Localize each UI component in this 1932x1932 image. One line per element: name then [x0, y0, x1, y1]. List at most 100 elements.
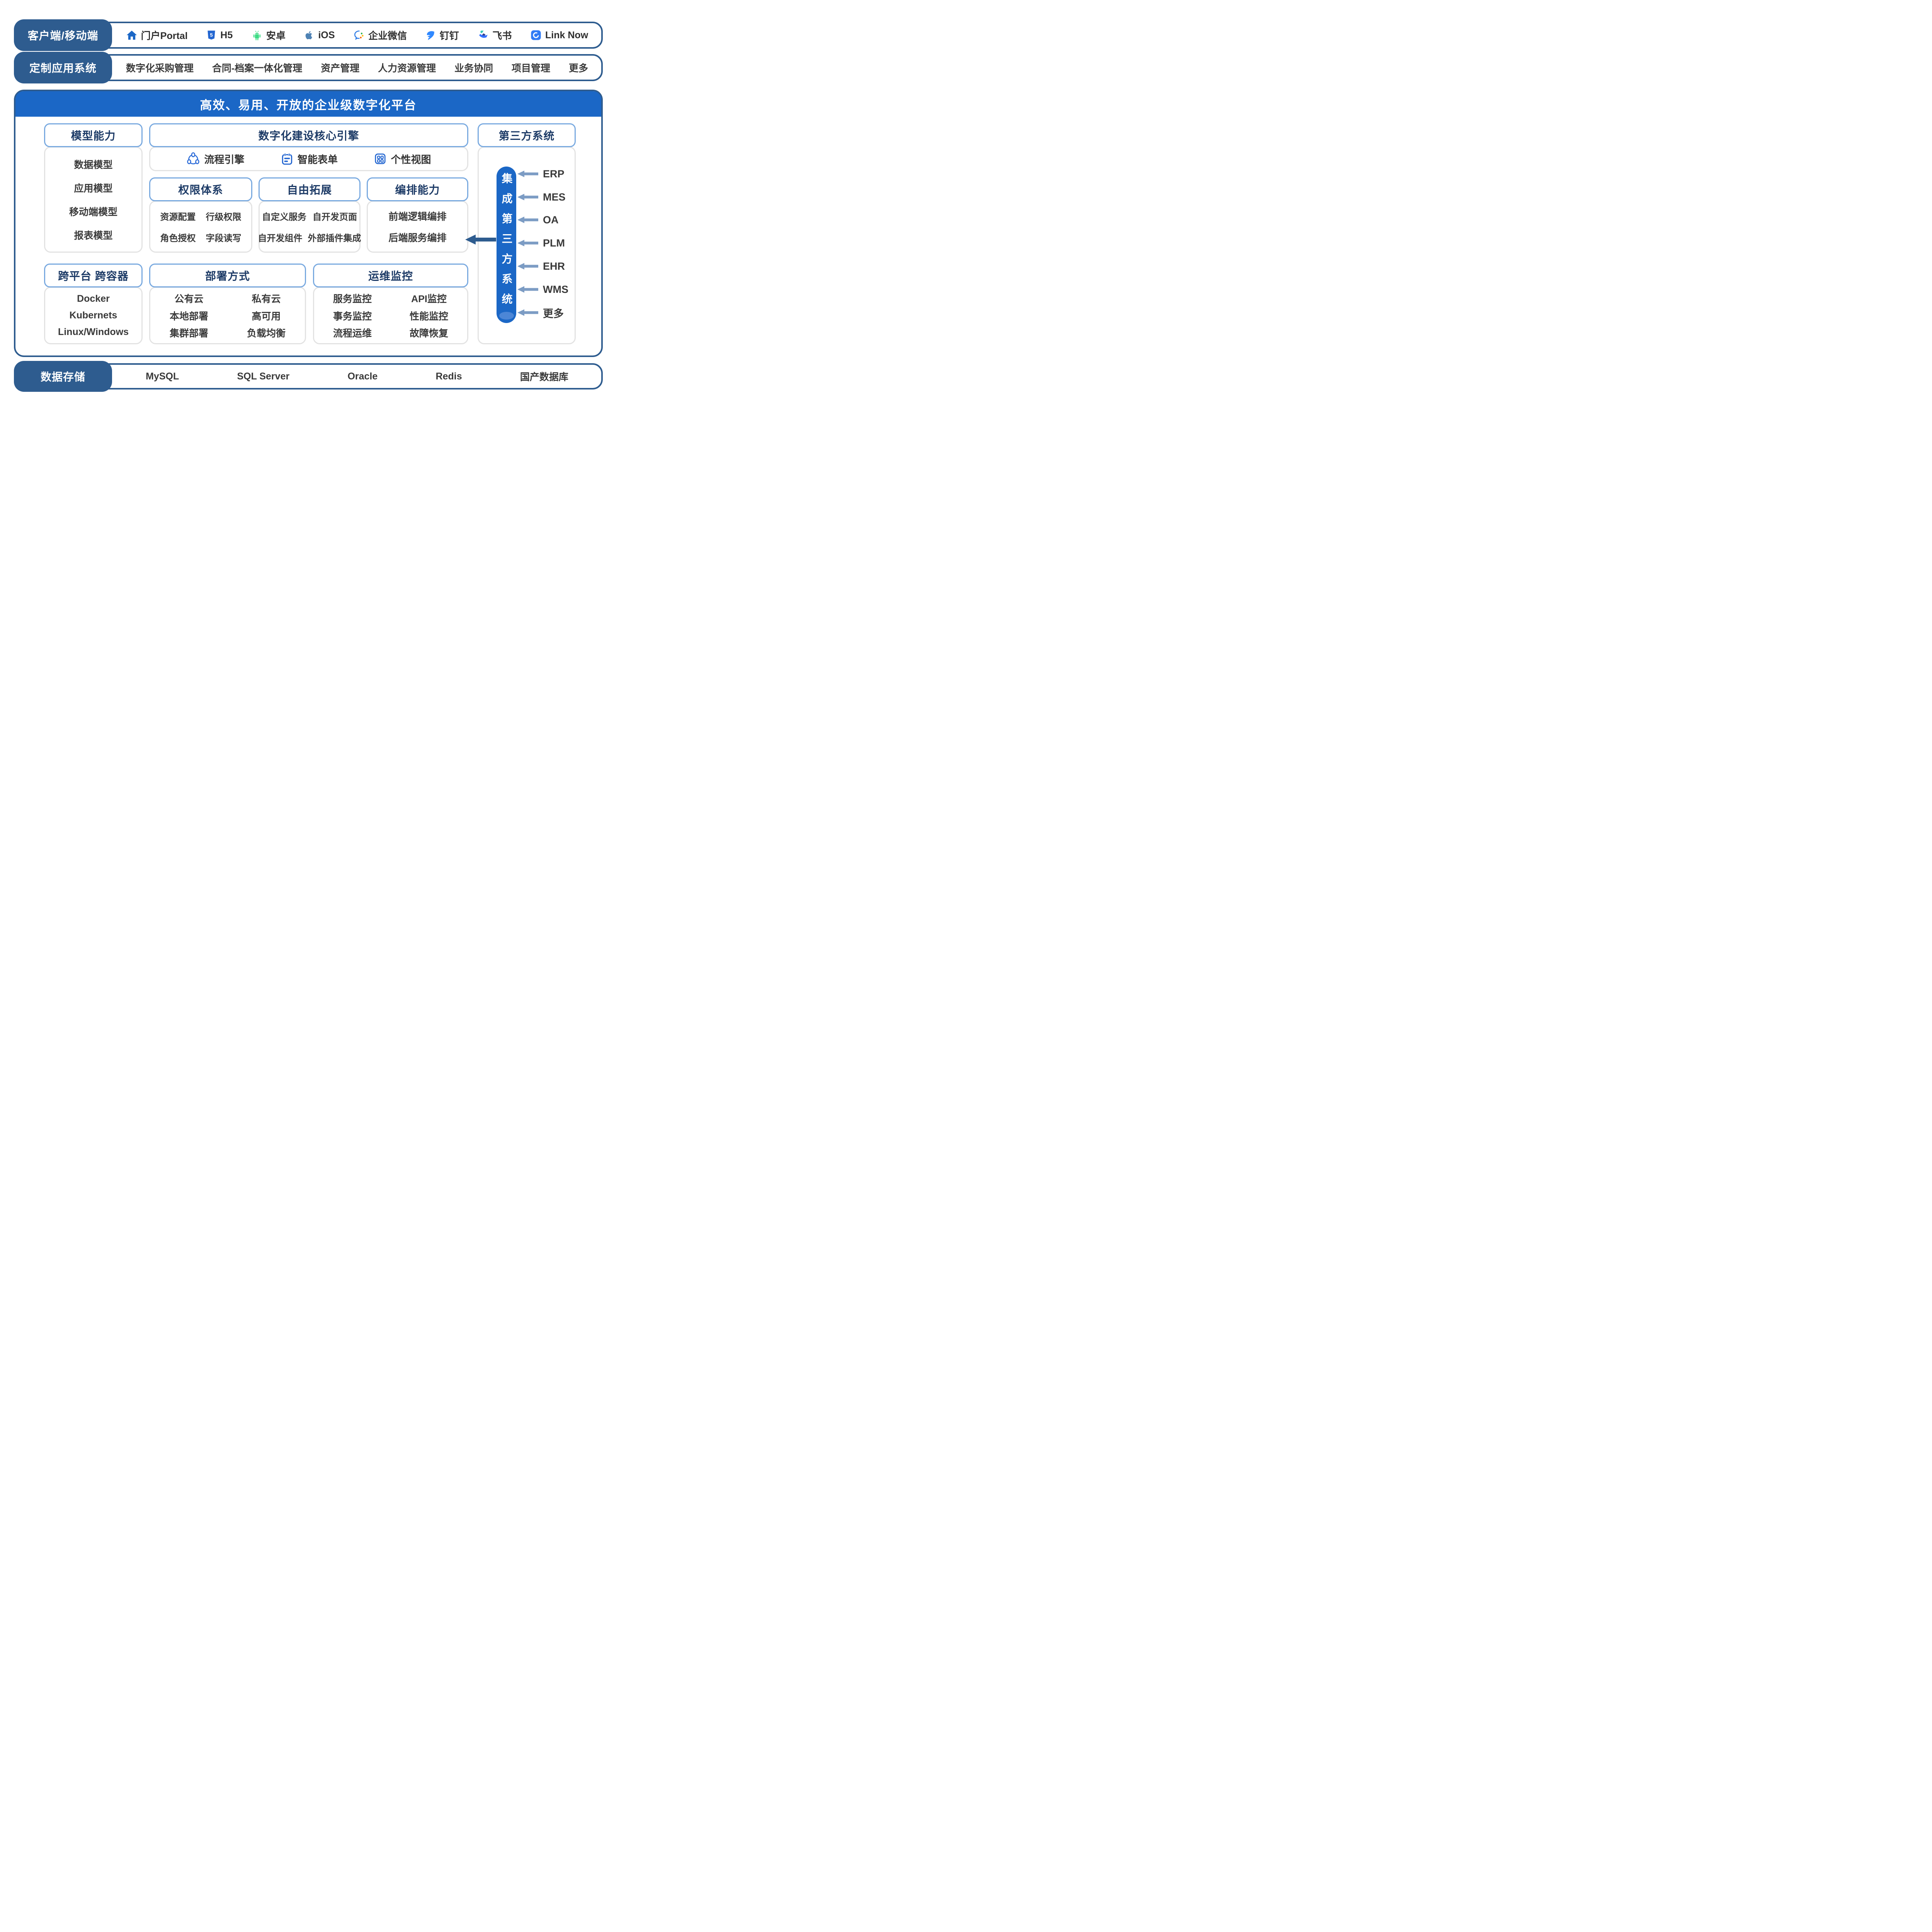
storage-item: SQL Server: [237, 371, 289, 382]
svg-text:5: 5: [210, 32, 213, 38]
custom-app-item-more: 更多: [569, 61, 588, 75]
permission-section: 权限体系 资源配置 行级权限 角色授权 字段读写: [149, 177, 252, 253]
custom-app-item: 合同-档案一体化管理: [212, 61, 302, 75]
client-item-label: 安卓: [266, 28, 286, 42]
engine-feature-label: 个性视图: [391, 152, 431, 166]
storage-item: Oracle: [347, 371, 378, 382]
cross-platform-section: 跨平台 跨容器 Docker Kubernets Linux/Windows: [44, 264, 143, 344]
third-party-row: WMS: [517, 284, 568, 295]
client-bar-label: 客户端/移动端: [14, 19, 112, 51]
deployment-row: 集群部署 负载均衡: [150, 326, 305, 340]
client-item-h5: 5 H5: [206, 29, 233, 41]
android-icon: [251, 29, 263, 41]
integration-arrow-icon: [465, 234, 496, 245]
custom-app-item: 人力资源管理: [378, 61, 436, 75]
storage-item: 国产数据库: [520, 369, 568, 383]
client-item-portal: 门户Portal: [126, 28, 188, 42]
engine-feature-flow: 流程引擎: [186, 152, 244, 166]
integration-pill-label: 集成第三方系统: [501, 173, 512, 313]
cross-platform-body: Docker Kubernets Linux/Windows: [44, 287, 143, 344]
arrow-left-icon: [517, 193, 538, 201]
client-item-android: 安卓: [251, 28, 286, 42]
client-item-dingtalk: 钉钉: [425, 28, 459, 42]
core-engine-title: 数字化建设核心引擎: [149, 123, 468, 147]
third-party-row: ERP: [517, 168, 565, 180]
third-party-body: 集成第三方系统 ERP MES OA PLM: [478, 146, 576, 344]
free-extension-title: 自由拓展: [259, 177, 361, 201]
orchestration-item: 前端逻辑编排: [388, 209, 446, 223]
custom-apps-bar-label: 定制应用系统: [14, 52, 112, 83]
ops-row: 服务监控 API监控: [314, 291, 467, 305]
ops-monitoring-section: 运维监控 服务监控 API监控 事务监控 性能监控 流程运维 故障恢复: [313, 264, 468, 344]
core-engine-body: 流程引擎 智能表单: [149, 146, 468, 171]
ops-monitoring-body: 服务监控 API监控 事务监控 性能监控 流程运维 故障恢复: [313, 287, 468, 344]
client-item-label: H5: [220, 30, 233, 41]
custom-app-item: 业务协同: [454, 61, 493, 75]
arrow-left-icon: [517, 262, 538, 270]
model-item: 应用模型: [74, 181, 112, 195]
client-item-linknow: Link Now: [530, 29, 588, 41]
permission-row: 角色授权 字段读写: [150, 231, 251, 244]
client-item-label: 飞书: [492, 28, 512, 42]
core-engine-section: 数字化建设核心引擎 流程引擎: [149, 123, 468, 172]
ops-monitoring-title: 运维监控: [313, 264, 468, 287]
html5-icon: 5: [206, 29, 217, 41]
dingtalk-icon: [425, 29, 436, 41]
feishu-icon: [477, 29, 489, 41]
orchestration-section: 编排能力 前端逻辑编排 后端服务编排: [367, 177, 468, 253]
deployment-row: 本地部署 高可用: [150, 309, 305, 323]
custom-apps-bar: 定制应用系统 数字化采购管理 合同-档案一体化管理 资产管理 人力资源管理 业务…: [14, 54, 603, 81]
model-item: 报表模型: [74, 228, 112, 242]
custom-apps-bar-items: 数字化采购管理 合同-档案一体化管理 资产管理 人力资源管理 业务协同 项目管理…: [117, 56, 597, 80]
client-bar-items: 门户Portal 5 H5 安卓: [117, 23, 597, 47]
data-storage-bar-label: 数据存储: [14, 361, 112, 392]
arrow-left-icon: [517, 170, 538, 178]
ops-row: 事务监控 性能监控: [314, 309, 467, 323]
client-item-label: 钉钉: [440, 28, 459, 42]
linknow-icon: [530, 29, 542, 41]
orchestration-title: 编排能力: [367, 177, 468, 201]
arrow-left-icon: [517, 309, 538, 316]
apple-icon: [304, 29, 315, 41]
engine-feature-label: 智能表单: [298, 152, 338, 166]
third-party-row: PLM: [517, 237, 565, 249]
platform-container: 高效、易用、开放的企业级数字化平台 模型能力 数据模型 应用模型 移动端模型 报…: [14, 90, 603, 357]
arrow-left-icon: [517, 239, 538, 247]
deployment-title: 部署方式: [149, 264, 306, 287]
wechat-work-icon: [353, 29, 365, 41]
third-party-row: MES: [517, 191, 566, 203]
client-item-label: 企业微信: [368, 28, 407, 42]
custom-app-item: 项目管理: [512, 61, 550, 75]
home-icon: [126, 29, 138, 41]
client-item-label: iOS: [318, 30, 335, 41]
integration-pill: 集成第三方系统: [497, 167, 516, 323]
model-item: 数据模型: [74, 157, 112, 171]
deployment-section: 部署方式 公有云 私有云 本地部署 高可用 集群部署 负载均衡: [149, 264, 306, 344]
cross-platform-title: 跨平台 跨容器: [44, 264, 143, 287]
permission-title: 权限体系: [149, 177, 252, 201]
client-item-label: 门户Portal: [141, 28, 188, 42]
platform-body: 模型能力 数据模型 应用模型 移动端模型 报表模型 数字化建设核心引擎: [15, 117, 601, 329]
orchestration-body: 前端逻辑编排 后端服务编排: [367, 201, 468, 253]
free-extension-row: 自定义服务 自开发页面: [260, 209, 359, 223]
cross-platform-item: Linux/Windows: [58, 327, 129, 338]
arrow-left-icon: [517, 216, 538, 224]
engine-feature-view: 个性视图: [374, 152, 431, 166]
third-party-title: 第三方系统: [478, 123, 576, 147]
engine-feature-label: 流程引擎: [204, 152, 244, 166]
custom-app-item: 资产管理: [321, 61, 359, 75]
model-capability-section: 模型能力 数据模型 应用模型 移动端模型 报表模型: [44, 123, 143, 253]
third-party-row: OA: [517, 214, 559, 226]
model-capability-title: 模型能力: [44, 123, 143, 147]
permission-row: 资源配置 行级权限: [150, 209, 251, 223]
deployment-body: 公有云 私有云 本地部署 高可用 集群部署 负载均衡: [149, 287, 306, 344]
flow-engine-icon: [186, 152, 200, 166]
platform-banner: 高效、易用、开放的企业级数字化平台: [15, 91, 601, 117]
data-storage-bar: 数据存储 MySQL SQL Server Oracle Redis 国产数据库: [14, 363, 603, 389]
arrow-left-icon: [517, 286, 538, 293]
third-party-row: EHR: [517, 260, 565, 272]
third-party-row: 更多: [517, 307, 564, 318]
cross-platform-item: Kubernets: [70, 310, 117, 321]
custom-app-item: 数字化采购管理: [126, 61, 194, 75]
deployment-row: 公有云 私有云: [150, 291, 305, 305]
